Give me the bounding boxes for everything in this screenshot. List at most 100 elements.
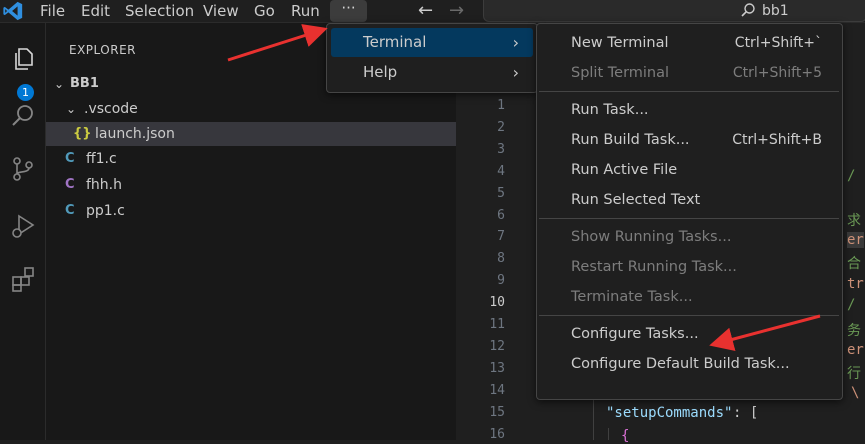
back-arrow-icon[interactable]: ←: [418, 0, 433, 22]
menu-item-run-selected-text[interactable]: Run Selected Text: [537, 185, 842, 215]
menu-item-shortcut: Ctrl+Shift+`: [734, 35, 822, 51]
menu-item-label: Run Task...: [571, 102, 649, 118]
line-number: 8: [497, 251, 505, 267]
menu-item-label: Show Running Tasks...: [571, 229, 732, 245]
indent-guide: [593, 398, 594, 440]
menu-item-new-terminal[interactable]: New Terminal Ctrl+Shift+`: [537, 28, 842, 58]
code-peek: 行: [847, 366, 861, 382]
menu-edit[interactable]: Edit: [81, 0, 110, 22]
code-peek: tr: [847, 276, 864, 292]
menu-item-run-task[interactable]: Run Task...: [537, 95, 842, 125]
menu-item-terminate-task: Terminate Task...: [537, 282, 842, 312]
menu-separator: [539, 218, 839, 219]
explorer-activity[interactable]: [0, 38, 45, 78]
menu-item-shortcut: Ctrl+Shift+5: [732, 65, 822, 81]
c-file-icon: C: [65, 203, 75, 218]
menu-item-configure-tasks[interactable]: Configure Tasks...: [537, 319, 842, 349]
line-number: 5: [497, 185, 505, 201]
code-peek: /: [847, 297, 856, 313]
menu-item-label: Configure Default Build Task...: [571, 356, 790, 372]
tree-file-launch-json[interactable]: {} launch.json: [46, 122, 456, 146]
menu-item-label: Restart Running Task...: [571, 259, 737, 275]
line-number: 14: [489, 382, 505, 398]
overflow-menu: Terminal › Help ›: [326, 23, 538, 93]
line-number: 3: [497, 141, 505, 157]
c-header-file-icon: C: [65, 177, 75, 192]
extensions-activity[interactable]: [0, 259, 45, 299]
code-peek: /: [847, 168, 856, 184]
code-peek: er: [847, 342, 864, 358]
chevron-right-icon: ›: [512, 63, 519, 82]
search-activity[interactable]: [0, 96, 45, 136]
line-number: 10: [489, 295, 505, 311]
forward-arrow-icon[interactable]: →: [449, 0, 464, 22]
menu-item-run-active-file[interactable]: Run Active File: [537, 155, 842, 185]
code-peek: \: [851, 385, 860, 401]
menu-item-terminal[interactable]: Terminal ›: [331, 28, 533, 57]
menu-item-label: Terminate Task...: [571, 289, 693, 305]
file-label: fhh.h: [86, 177, 122, 193]
chevron-down-icon: ⌄: [54, 77, 65, 91]
line-number: 13: [489, 360, 505, 376]
line-number: 16: [489, 426, 505, 442]
command-center-search[interactable]: [483, 0, 865, 22]
tree-file-fhh-h[interactable]: C fhh.h: [46, 173, 456, 197]
tree-file-pp1-c[interactable]: C pp1.c: [46, 199, 456, 223]
menu-item-restart-running-task: Restart Running Task...: [537, 252, 842, 282]
extensions-icon: [11, 267, 34, 292]
line-number: 11: [489, 317, 505, 332]
code-brace: {: [621, 428, 630, 444]
source-control-icon: [12, 157, 33, 181]
terminal-submenu: New Terminal Ctrl+Shift+` Split Terminal Ct…: [536, 23, 843, 400]
folder-label: .vscode: [84, 101, 138, 117]
menu-item-label: Configure Tasks...: [571, 326, 699, 342]
file-label: ff1.c: [86, 151, 117, 167]
menu-run[interactable]: Run: [291, 0, 320, 22]
code-peek: 合: [847, 256, 861, 272]
menu-item-label: New Terminal: [571, 35, 669, 51]
title-bar: File Edit Selection View Go Run ··· ← → …: [0, 0, 865, 23]
menu-item-run-build-task[interactable]: Run Build Task... Ctrl+Shift+B: [537, 125, 842, 155]
vscode-logo-icon: [3, 1, 23, 21]
line-number: 12: [489, 338, 505, 354]
menu-separator: [539, 315, 839, 316]
menu-item-label: Split Terminal: [571, 65, 670, 81]
chevron-right-icon: ›: [512, 33, 519, 52]
tree-file-ff1-c[interactable]: C ff1.c: [46, 147, 456, 171]
line-number: 15: [489, 404, 505, 420]
explorer-title: EXPLORER: [69, 43, 136, 57]
menu-item-label: Terminal: [363, 33, 427, 51]
workspace-name[interactable]: bb1: [762, 0, 789, 22]
chevron-down-icon: ⌄: [66, 102, 77, 116]
code-key-setupcommands: "setupCommands": [606, 405, 733, 421]
run-debug-activity[interactable]: [0, 206, 45, 246]
menu-file[interactable]: File: [40, 0, 65, 22]
menu-view[interactable]: View: [203, 0, 239, 22]
code-peek: 求: [847, 213, 861, 229]
run-debug-icon: [11, 214, 34, 238]
line-number: 7: [497, 229, 505, 245]
source-control-activity[interactable]: [0, 149, 45, 189]
menu-go[interactable]: Go: [254, 0, 275, 22]
menu-item-label: Help: [363, 63, 398, 81]
menu-separator: [539, 91, 839, 92]
line-number: 2: [497, 119, 505, 135]
c-file-icon: C: [65, 151, 75, 166]
menu-item-label: Run Active File: [571, 162, 678, 178]
code-peek: 务: [847, 323, 861, 339]
json-file-icon: {}: [73, 126, 92, 141]
line-number: 4: [497, 163, 505, 179]
files-icon: [14, 48, 33, 70]
more-menu-button[interactable]: ···: [330, 0, 367, 22]
menu-item-help[interactable]: Help ›: [331, 58, 533, 87]
search-icon: [11, 105, 33, 126]
line-number: 6: [497, 207, 505, 223]
tree-folder-vscode[interactable]: ⌄ .vscode: [46, 97, 456, 121]
line-number: 9: [497, 273, 505, 289]
menu-item-label: Run Selected Text: [571, 192, 701, 208]
indent-guide: [608, 428, 609, 440]
menu-selection[interactable]: Selection: [125, 0, 194, 22]
code-peek: er: [847, 232, 864, 248]
menu-item-configure-default-build-task[interactable]: Configure Default Build Task...: [537, 349, 842, 379]
menu-item-show-running-tasks: Show Running Tasks...: [537, 222, 842, 252]
